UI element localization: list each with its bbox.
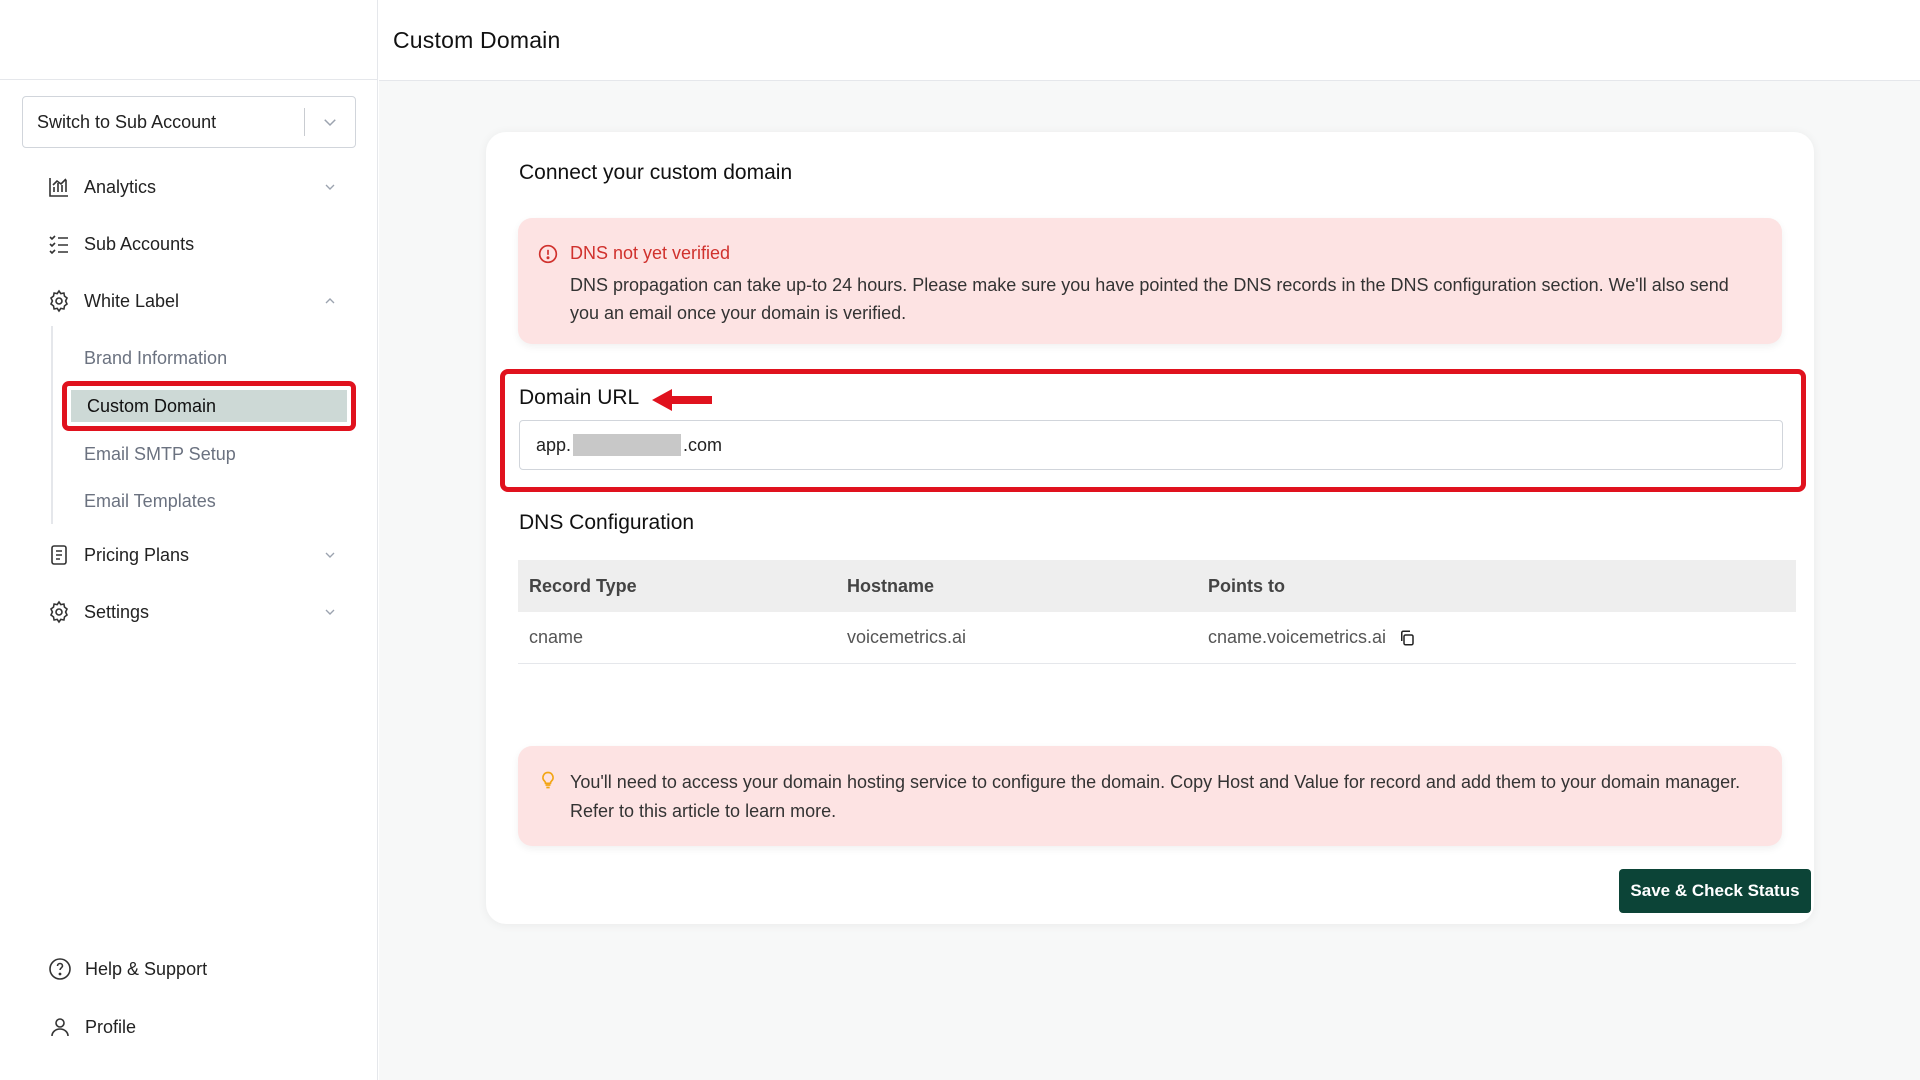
chevron-up-icon	[318, 293, 342, 309]
sidebar-item-sub-accounts[interactable]: Sub Accounts	[46, 224, 346, 264]
sidebar-item-analytics[interactable]: Analytics	[46, 167, 346, 207]
chevron-down-icon	[318, 179, 342, 195]
red-arrow-icon	[650, 387, 714, 418]
gear-icon	[46, 288, 72, 314]
table-header-row: Record Type Hostname Points to	[518, 560, 1796, 612]
column-header: Hostname	[847, 575, 935, 596]
dns-configuration-title: DNS Configuration	[519, 511, 695, 534]
sidebar-logo-area	[0, 0, 377, 80]
user-icon	[47, 1014, 73, 1040]
sidebar-item-label: Analytics	[84, 176, 157, 197]
domain-url-highlight: Domain URL app. .com	[500, 369, 1806, 492]
column-header: Record Type	[529, 575, 637, 596]
page-title: Custom Domain	[393, 26, 561, 53]
subitem-label: Email SMTP Setup	[84, 443, 236, 464]
record-type-cell: cname	[529, 627, 584, 647]
subitem-label: Custom Domain	[87, 395, 217, 416]
subitem-label: Brand Information	[84, 347, 228, 368]
document-icon	[46, 542, 72, 568]
custom-domain-card: Connect your custom domain DNS not yet v…	[486, 132, 1814, 924]
switch-sub-account-label: Switch to Sub Account	[37, 111, 217, 132]
domain-url-label: Domain URL	[519, 386, 640, 409]
lightbulb-icon	[538, 770, 558, 795]
help-circle-icon	[47, 956, 73, 982]
domain-url-input[interactable]: app. .com	[519, 420, 1783, 470]
checklist-icon	[46, 231, 72, 257]
sidebar-item-label: Profile	[85, 1016, 137, 1037]
sidebar-item-settings[interactable]: Settings	[46, 592, 346, 632]
sidebar-item-white-label[interactable]: White Label	[46, 281, 346, 321]
top-header: Custom Domain	[379, 0, 1920, 81]
subnav-line	[51, 326, 53, 524]
save-check-status-button[interactable]: Save & Check Status	[1619, 869, 1811, 913]
redacted-mask	[573, 434, 682, 456]
sidebar-subitem-custom-domain[interactable]: Custom Domain	[62, 381, 356, 431]
sidebar-item-pricing-plans[interactable]: Pricing Plans	[46, 535, 346, 575]
table-row: cname voicemetrics.ai cname.voicemetrics…	[518, 612, 1796, 664]
sidebar-item-label: Help & Support	[85, 958, 208, 979]
column-header: Points to	[1208, 575, 1285, 596]
points-to-cell: cname.voicemetrics.ai	[1208, 627, 1387, 647]
sidebar-item-profile[interactable]: Profile	[47, 1009, 136, 1045]
bar-chart-icon	[46, 174, 72, 200]
active-subitem-highlight: Custom Domain	[71, 390, 347, 422]
sidebar-subitem-brand-information[interactable]: Brand Information	[84, 341, 227, 375]
gear-icon	[46, 599, 72, 625]
alert-body: DNS propagation can take up-to 24 hours.…	[570, 275, 1729, 323]
sidebar-item-label: White Label	[84, 290, 180, 311]
tip-body: You'll need to access your domain hostin…	[570, 772, 1741, 821]
domain-prefix: app.	[536, 434, 572, 455]
sidebar-item-label: Sub Accounts	[84, 233, 195, 254]
chevron-down-icon	[318, 547, 342, 563]
sidebar-item-label: Pricing Plans	[84, 544, 190, 565]
hostname-cell: voicemetrics.ai	[847, 627, 967, 647]
main-content: Connect your custom domain DNS not yet v…	[379, 81, 1920, 1080]
domain-suffix: .com	[683, 434, 723, 455]
domain-hosting-tip-alert: You'll need to access your domain hostin…	[518, 746, 1782, 846]
copy-icon[interactable]	[1398, 629, 1416, 647]
sidebar: Switch to Sub Account Analytics Sub Acco…	[0, 0, 378, 1080]
sidebar-item-help-support[interactable]: Help & Support	[47, 951, 207, 987]
sidebar-subitem-email-templates[interactable]: Email Templates	[84, 484, 216, 518]
chevron-down-icon	[318, 604, 342, 620]
switch-sub-account-select[interactable]: Switch to Sub Account	[22, 96, 356, 148]
dns-config-table: Record Type Hostname Points to cname voi…	[518, 560, 1796, 664]
subitem-label: Email Templates	[84, 490, 216, 511]
dns-not-verified-alert: DNS not yet verified DNS propagation can…	[518, 218, 1782, 344]
sidebar-subitem-email-smtp-setup[interactable]: Email SMTP Setup	[84, 437, 236, 471]
sidebar-item-label: Settings	[84, 601, 150, 622]
card-title: Connect your custom domain	[519, 161, 793, 184]
alert-title: DNS not yet verified	[570, 243, 731, 263]
chevron-down-icon[interactable]	[305, 113, 355, 131]
alert-circle-icon	[538, 244, 558, 269]
